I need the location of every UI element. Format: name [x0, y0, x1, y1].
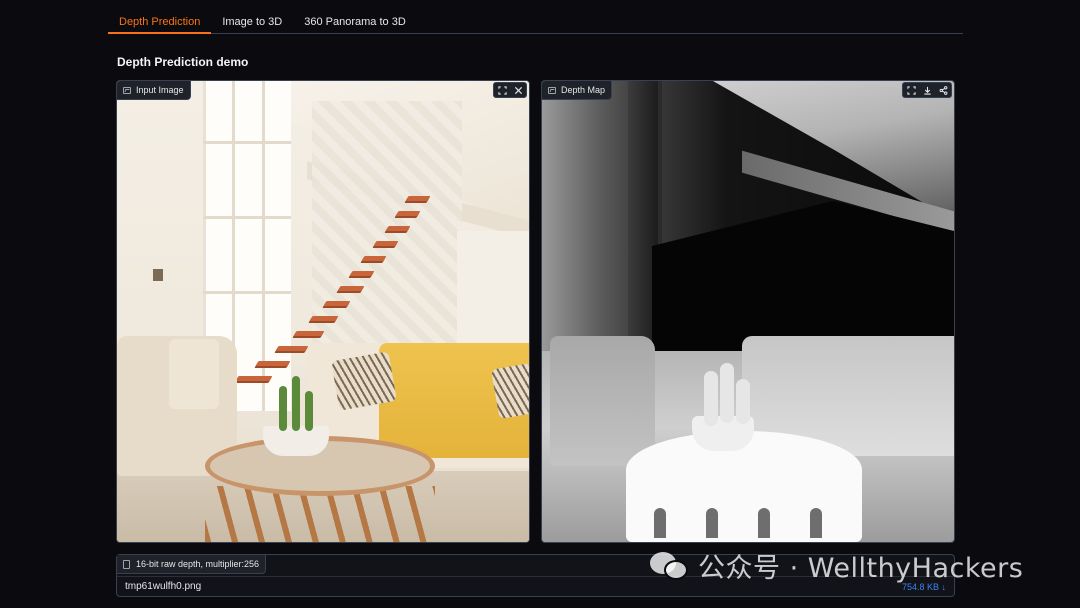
input-image-label: Input Image — [117, 81, 191, 100]
share-icon[interactable] — [935, 83, 951, 97]
section-title: Depth Prediction demo — [117, 55, 249, 69]
close-icon[interactable] — [510, 83, 526, 97]
download-icon[interactable] — [919, 83, 935, 97]
wechat-icon — [650, 550, 690, 580]
tab-image-to-3d[interactable]: Image to 3D — [211, 11, 293, 34]
tab-360-panorama-to-3d[interactable]: 360 Panorama to 3D — [293, 11, 417, 34]
depth-map-label-text: Depth Map — [561, 84, 606, 95]
input-image-panel[interactable]: Input Image — [116, 80, 530, 543]
tab-bar: Depth Prediction Image to 3D 360 Panoram… — [108, 11, 963, 34]
image-icon — [548, 86, 556, 94]
depth-map-image[interactable] — [542, 81, 954, 542]
depth-map-label: Depth Map — [542, 81, 613, 100]
watermark: 公众号 · WellthyHackers — [650, 547, 1024, 584]
tab-depth-prediction[interactable]: Depth Prediction — [108, 11, 212, 34]
file-icon — [123, 559, 130, 569]
raw-depth-label-text: 16-bit raw depth, multiplier:256 — [136, 558, 260, 569]
depth-map-panel[interactable]: Depth Map — [541, 80, 955, 543]
file-name[interactable]: tmp61wulfh0.png — [125, 581, 201, 592]
depth-map-toolbar — [902, 82, 952, 98]
input-image-label-text: Input Image — [136, 84, 184, 95]
input-image-toolbar — [493, 82, 527, 98]
watermark-text: 公众号 · WellthyHackers — [698, 552, 1024, 584]
fullscreen-icon[interactable] — [494, 83, 510, 97]
input-image[interactable] — [117, 81, 529, 542]
raw-depth-label: 16-bit raw depth, multiplier:256 — [117, 555, 267, 574]
image-icon — [123, 86, 131, 94]
fullscreen-icon[interactable] — [903, 83, 919, 97]
